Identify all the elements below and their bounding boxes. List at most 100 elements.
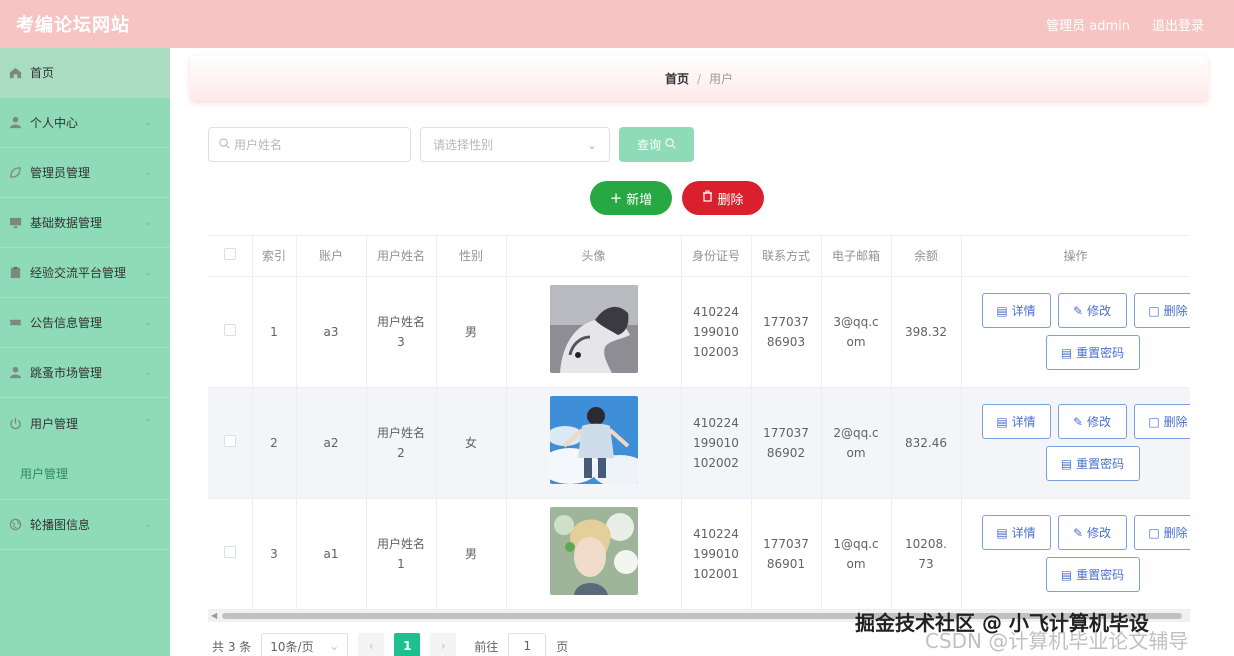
trash-icon bbox=[702, 190, 713, 206]
edit-label: 修改 bbox=[1087, 525, 1112, 540]
reset-password-button[interactable]: ▤ 重置密码 bbox=[1045, 335, 1140, 370]
avatar-image-sky-boy bbox=[549, 395, 638, 484]
sidebar-subitem-user-management[interactable]: 用户管理 bbox=[0, 448, 170, 500]
sidebar-item-label: 轮播图信息 bbox=[30, 518, 91, 532]
breadcrumb-current: 用户 bbox=[709, 72, 734, 86]
sidebar-item-basic-data[interactable]: 基础数据管理 ⌄ bbox=[0, 198, 170, 248]
sidebar-subitem-label: 用户管理 bbox=[20, 467, 69, 481]
cell-phone: 17703786903 bbox=[751, 276, 822, 388]
cell-name: 用户姓名3 bbox=[366, 276, 437, 388]
pencil-icon: ✎ bbox=[1072, 414, 1084, 429]
sidebar-item-label: 首页 bbox=[30, 66, 55, 80]
delete-button[interactable]: □ 删除 bbox=[1133, 515, 1190, 550]
trash-icon: □ bbox=[1148, 525, 1160, 540]
table-header-row: 索引 账户 用户姓名 性别 头像 身份证号 联系方式 电子邮箱 余额 操作 bbox=[208, 236, 1190, 277]
goto-page-input[interactable]: 1 bbox=[508, 633, 547, 656]
cell-avatar bbox=[506, 276, 682, 388]
bulk-delete-button[interactable]: 删除 bbox=[682, 181, 764, 215]
detail-button[interactable]: ▤ 详情 bbox=[981, 293, 1051, 328]
goto-suffix: 页 bbox=[556, 639, 569, 654]
cell-avatar bbox=[506, 498, 682, 610]
query-button[interactable]: 查询 bbox=[619, 127, 694, 162]
user-icon bbox=[8, 366, 22, 380]
edit-button[interactable]: ✎ 修改 bbox=[1057, 515, 1127, 550]
page-number[interactable]: 1 bbox=[394, 633, 421, 656]
leaf-icon bbox=[8, 166, 22, 180]
action-bar: + 新增 删除 bbox=[590, 181, 764, 215]
delete-button[interactable]: □ 删除 bbox=[1133, 404, 1190, 439]
row-checkbox[interactable] bbox=[208, 498, 253, 610]
cell-balance: 398.32 bbox=[891, 276, 962, 388]
column-header: 操作 bbox=[961, 236, 1190, 277]
user-table: 索引 账户 用户姓名 性别 头像 身份证号 联系方式 电子邮箱 余额 操作 1 bbox=[208, 235, 1190, 625]
chevron-down-icon: ⌄ bbox=[329, 639, 340, 653]
prev-page-button[interactable]: ‹ bbox=[358, 633, 385, 656]
trash-icon: □ bbox=[1148, 303, 1160, 318]
logout-link[interactable]: 退出登录 bbox=[1152, 15, 1204, 34]
select-all-checkbox[interactable] bbox=[208, 236, 253, 277]
column-header: 性别 bbox=[436, 236, 507, 277]
sidebar: 首页 个人中心 ⌄ 管理员管理 ⌄ 基础数据管理 ⌄ 经验交流平台管理 ⌄ 公告… bbox=[0, 48, 170, 656]
edit-button[interactable]: ✎ 修改 bbox=[1057, 293, 1127, 328]
next-page-button[interactable]: › bbox=[430, 633, 457, 656]
globe-icon bbox=[8, 518, 22, 532]
home-icon bbox=[8, 66, 22, 80]
sidebar-item-admin-management[interactable]: 管理员管理 ⌄ bbox=[0, 148, 170, 198]
delete-button[interactable]: □ 删除 bbox=[1133, 293, 1190, 328]
name-search-input[interactable]: 用户姓名 bbox=[208, 127, 411, 162]
cell-idcard: 410224199010102003 bbox=[681, 276, 752, 388]
add-label: 新增 bbox=[626, 192, 653, 208]
detail-button[interactable]: ▤ 详情 bbox=[981, 515, 1051, 550]
table-row: 1 a3 用户姓名3 男 410224199010102003 17703786… bbox=[208, 276, 1190, 388]
avatar-image-husky bbox=[549, 284, 638, 373]
reset-password-button[interactable]: ▤ 重置密码 bbox=[1045, 446, 1140, 481]
sidebar-item-home[interactable]: 首页 bbox=[0, 48, 170, 98]
edit-button[interactable]: ✎ 修改 bbox=[1057, 404, 1127, 439]
goto-prefix: 前往 bbox=[474, 639, 499, 654]
sidebar-item-personal-center[interactable]: 个人中心 ⌄ bbox=[0, 98, 170, 148]
column-header: 索引 bbox=[252, 236, 297, 277]
search-icon bbox=[219, 137, 230, 152]
chevron-right-icon: › bbox=[440, 639, 446, 653]
cell-email: 1@qq.com bbox=[821, 498, 892, 610]
sidebar-item-experience-platform[interactable]: 经验交流平台管理 ⌄ bbox=[0, 248, 170, 298]
admin-label[interactable]: 管理员 admin bbox=[1046, 15, 1130, 34]
sidebar-item-flea-market[interactable]: 跳蚤市场管理 ⌄ bbox=[0, 348, 170, 398]
column-header: 余额 bbox=[891, 236, 962, 277]
sex-select[interactable]: 请选择性别 ⌄ bbox=[420, 127, 610, 162]
breadcrumb-home[interactable]: 首页 bbox=[665, 70, 689, 87]
table-row: 2 a2 用户姓名2 女 410224199010102002 17703786… bbox=[208, 387, 1190, 499]
row-checkbox[interactable] bbox=[208, 387, 253, 499]
cell-balance: 10208.73 bbox=[891, 498, 962, 610]
cell-name: 用户姓名2 bbox=[366, 387, 437, 499]
breadcrumb-separator: / bbox=[696, 71, 702, 86]
add-button[interactable]: + 新增 bbox=[590, 181, 672, 215]
cell-avatar bbox=[506, 387, 682, 499]
chevron-down-icon: ⌄ bbox=[143, 519, 152, 530]
row-checkbox[interactable] bbox=[208, 276, 253, 388]
detail-button[interactable]: ▤ 详情 bbox=[981, 404, 1051, 439]
cell-phone: 17703786902 bbox=[751, 387, 822, 499]
column-header: 联系方式 bbox=[751, 236, 822, 277]
detail-label: 详情 bbox=[1011, 303, 1036, 318]
pencil-icon: ✎ bbox=[1072, 303, 1084, 318]
scroll-left-icon[interactable]: ◀ bbox=[211, 611, 217, 620]
page-size-select[interactable]: 10条/页 ⌄ bbox=[261, 633, 349, 656]
filter-bar: 用户姓名 请选择性别 ⌄ 查询 bbox=[208, 127, 694, 162]
chevron-down-icon: ⌄ bbox=[143, 267, 152, 278]
sidebar-item-user-management[interactable]: 用户管理 ⌃ bbox=[0, 398, 170, 448]
cell-sex: 男 bbox=[436, 498, 507, 610]
chevron-down-icon: ⌄ bbox=[143, 167, 152, 178]
reset-password-button[interactable]: ▤ 重置密码 bbox=[1045, 557, 1140, 592]
cell-idcard: 410224199010102002 bbox=[681, 387, 752, 499]
column-header: 用户姓名 bbox=[366, 236, 437, 277]
chevron-down-icon: ⌄ bbox=[143, 317, 152, 328]
chevron-down-icon: ⌄ bbox=[143, 217, 152, 228]
user-icon bbox=[8, 116, 22, 130]
delete-label: 删除 bbox=[1163, 303, 1188, 318]
sidebar-item-notice[interactable]: 公告信息管理 ⌄ bbox=[0, 298, 170, 348]
sidebar-item-carousel[interactable]: 轮播图信息 ⌄ bbox=[0, 500, 170, 550]
top-header: 考编论坛网站 管理员 admin 退出登录 bbox=[0, 0, 1234, 48]
delete-label: 删除 bbox=[717, 192, 744, 208]
sidebar-item-label: 公告信息管理 bbox=[30, 316, 103, 330]
